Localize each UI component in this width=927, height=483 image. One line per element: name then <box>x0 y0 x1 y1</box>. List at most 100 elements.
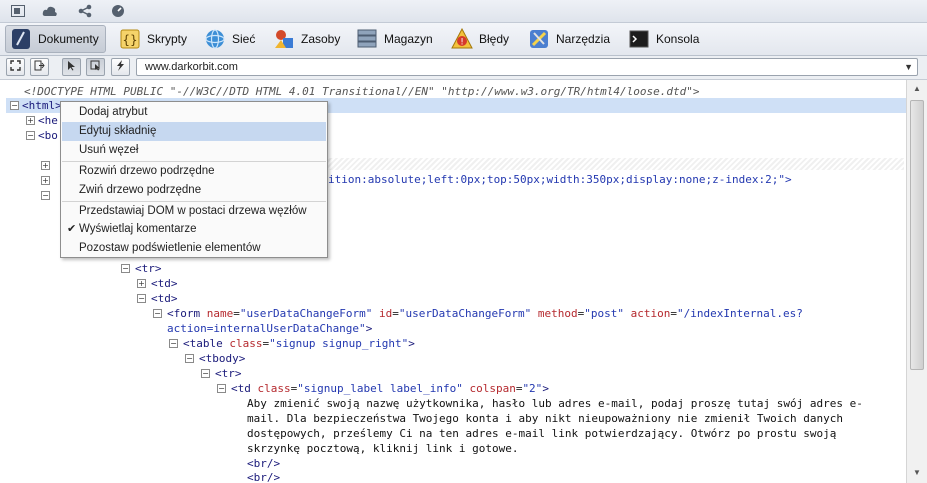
vertical-scrollbar[interactable]: ▲ ▼ <box>906 80 927 483</box>
menu-item-expand-subtree[interactable]: Rozwiń drzewo podrzędne <box>62 162 326 181</box>
tab-konsola[interactable]: Konsola <box>624 25 705 53</box>
select-cursor-icon <box>66 60 77 74</box>
tab-label: Dokumenty <box>38 32 99 46</box>
attr-name: colspan <box>469 382 516 395</box>
td-tag-line: <td class="signup_label label_info" cols… <box>231 382 549 395</box>
attr-name: action <box>630 307 671 320</box>
expand-icon <box>10 60 21 74</box>
detach-button[interactable] <box>30 58 49 76</box>
tab-zasoby[interactable]: Zasoby <box>269 25 346 53</box>
bledy-icon: ! <box>451 27 473 50</box>
tab-label: Skrypty <box>147 32 188 46</box>
menu-item-keep-highlight[interactable]: Pozostaw podświetlenie elementów <box>62 239 326 258</box>
attr-name: method <box>537 307 578 320</box>
tab-label: Zasoby <box>301 32 341 46</box>
select-element-button[interactable] <box>62 58 81 76</box>
text-node-line: skrzynkę pocztową, kliknij link i gotowe… <box>247 442 519 455</box>
refresh-dom-button[interactable] <box>111 58 130 76</box>
skrypty-icon: {} <box>119 28 141 50</box>
attr-value: action=internalUserDataChange" <box>167 322 366 335</box>
table-tag-line: <table class="signup signup_right"> <box>183 337 415 350</box>
text-node-line: dostępowych, prześlemy Ci na ten adres e… <box>247 427 837 440</box>
attr-value: "signup signup_right" <box>269 337 409 350</box>
panel-tabs: Dokumenty {} Skrypty Sieć Zasoby Magazyn… <box>0 23 927 56</box>
br-tag[interactable]: <br/> <box>247 470 280 483</box>
style-fragment: ition:absolute;left:0px;top:50px;width:3… <box>328 173 792 186</box>
attr-name: class <box>257 382 291 395</box>
expand-toggle[interactable]: + <box>41 161 50 170</box>
form-continuation: action=internalUserDataChange"> <box>167 321 372 336</box>
scroll-thumb[interactable] <box>910 100 924 370</box>
collapse-toggle[interactable]: − <box>41 191 50 200</box>
scroll-up-icon[interactable]: ▲ <box>913 84 921 93</box>
tab-label: Magazyn <box>384 32 433 46</box>
menu-item-add-attribute[interactable]: Dodaj atrybut <box>62 103 326 122</box>
dokumenty-icon <box>10 28 32 50</box>
tag-close: > <box>365 322 373 335</box>
collapse-toggle[interactable]: − <box>217 384 226 393</box>
menu-item-collapse-subtree[interactable]: Zwiń drzewo podrzędne <box>62 181 326 200</box>
zasoby-icon <box>273 28 295 50</box>
tab-bledy[interactable]: ! Błędy <box>447 25 515 53</box>
siec-icon <box>204 28 226 50</box>
html-tag: <html> <box>22 99 62 112</box>
attr-name: id <box>378 307 393 320</box>
collapse-toggle[interactable]: − <box>153 309 162 318</box>
menu-item-show-comments[interactable]: ✔ Wyświetlaj komentarze <box>62 220 326 239</box>
tbody-tag: <tbody> <box>199 352 246 365</box>
cloud-icon[interactable] <box>42 3 58 19</box>
collapse-toggle[interactable]: − <box>201 369 210 378</box>
tab-magazyn[interactable]: Magazyn <box>352 25 439 53</box>
toolbar: www.darkorbit.com ▼ <box>0 56 927 80</box>
svg-text:{}: {} <box>122 33 137 47</box>
attr-value: "/indexInternal.es? <box>677 307 803 320</box>
td-open: <td <box>231 382 251 395</box>
collapse-toggle[interactable]: − <box>26 131 35 140</box>
collapse-toggle[interactable]: − <box>10 101 19 110</box>
svg-text:!: ! <box>460 38 464 48</box>
highlight-icon <box>90 60 101 74</box>
table-open: <table <box>183 337 223 350</box>
collapse-toggle[interactable]: − <box>121 264 130 273</box>
tag-close: > <box>542 382 549 395</box>
lightning-icon <box>115 60 126 74</box>
magazyn-icon <box>356 28 378 50</box>
collapse-toggle[interactable]: − <box>185 354 194 363</box>
head-tag: <he <box>38 114 58 127</box>
attr-value: "2" <box>522 382 543 395</box>
dock-icon[interactable] <box>10 3 26 19</box>
collapse-toggle[interactable]: − <box>137 294 146 303</box>
expand-toggle[interactable]: + <box>137 279 146 288</box>
br-tag[interactable]: <br/> <box>247 456 280 471</box>
tab-label: Konsola <box>656 32 700 46</box>
menu-item-delete-node[interactable]: Usuń węzeł <box>62 141 326 160</box>
tab-label: Błędy <box>479 32 510 46</box>
narzedzia-icon <box>528 28 550 50</box>
attr-name: class <box>229 337 263 350</box>
collapse-toggle[interactable]: − <box>169 339 178 348</box>
form-open: <form <box>167 307 201 320</box>
tab-siec[interactable]: Sieć <box>200 25 261 53</box>
scroll-down-icon[interactable]: ▼ <box>913 468 921 477</box>
expand-panel-button[interactable] <box>6 58 25 76</box>
tab-narzedzia[interactable]: Narzędzia <box>524 25 616 53</box>
tab-label: Narzędzia <box>556 32 611 46</box>
chevron-down-icon[interactable]: ▼ <box>904 59 913 75</box>
form-tag-line: <form name="userDataChangeForm" id="user… <box>167 307 803 320</box>
expand-toggle[interactable]: + <box>41 176 50 185</box>
top-icon-strip <box>0 0 927 23</box>
menu-item-dom-as-tree[interactable]: Przedstawiaj DOM w postaci drzewa węzłów <box>62 202 326 221</box>
body-tag: <bo <box>38 129 58 142</box>
konsola-icon <box>628 28 650 50</box>
url-select[interactable]: www.darkorbit.com ▼ <box>136 58 918 76</box>
tab-dokumenty[interactable]: Dokumenty <box>5 25 106 53</box>
share-icon[interactable] <box>77 3 93 19</box>
tab-skrypty[interactable]: {} Skrypty <box>115 25 193 53</box>
speedometer-icon[interactable] <box>110 3 126 19</box>
detach-icon <box>34 60 45 74</box>
url-value: www.darkorbit.com <box>145 61 238 73</box>
menu-item-edit-markup[interactable]: Edytuj składnię <box>62 122 326 141</box>
menu-item-label: Wyświetlaj komentarze <box>79 223 197 235</box>
expand-toggle[interactable]: + <box>26 116 35 125</box>
highlight-element-button[interactable] <box>86 58 105 76</box>
